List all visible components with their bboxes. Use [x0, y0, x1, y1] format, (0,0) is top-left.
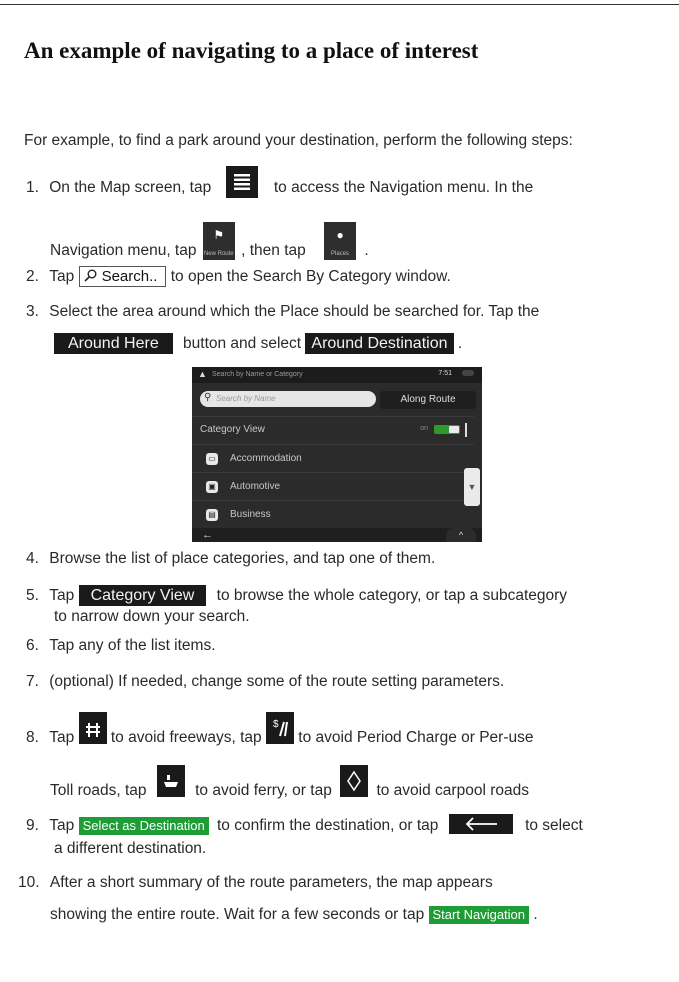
around-destination-button[interactable]: Around Destination	[305, 333, 454, 354]
step-3-line-2: Around Here button and select Around Des…	[54, 333, 462, 354]
briefcase-icon: ▤	[206, 509, 218, 521]
select-as-destination-button[interactable]: Select as Destination	[78, 817, 209, 836]
category-view-row[interactable]: Category View on	[192, 416, 474, 444]
bed-icon: ▭	[206, 453, 218, 465]
category-view-toggle[interactable]	[434, 425, 460, 434]
pin-icon: ●	[336, 228, 344, 242]
chevron-up-icon[interactable]: ^	[446, 528, 476, 542]
screen-bottom-bar: ← ^	[192, 528, 482, 542]
carpool-diamond-icon[interactable]	[340, 765, 369, 797]
category-view-button[interactable]: Category View	[78, 585, 207, 606]
step-3-line-1: 3. Select the area around which the Plac…	[26, 303, 540, 320]
toll-road-icon[interactable]: $	[265, 712, 294, 744]
places-tile[interactable]: ● Places	[324, 222, 357, 260]
step-9-line-2: a different destination.	[54, 840, 207, 857]
around-here-button[interactable]: Around Here	[54, 333, 173, 354]
step-1-line-1: 1. On the Map screen, tap to access the …	[26, 166, 533, 204]
magnifier-icon	[84, 269, 97, 282]
step-9-line-1: 9. Tap Select as Destination to confirm …	[26, 814, 583, 836]
screen-title-bar: ▲ Search by Name or Category 7:51	[192, 367, 482, 383]
gps-icon	[462, 370, 474, 376]
start-navigation-button[interactable]: Start Navigation	[428, 906, 530, 924]
step-10-line-1: 10. After a short summary of the route p…	[18, 874, 493, 891]
step-5-line-1: 5. Tap Category View to browse the whole…	[26, 585, 568, 606]
list-item[interactable]: ▣ Automotive	[192, 472, 474, 500]
back-arrow-icon: ▲	[198, 369, 207, 379]
car-icon: ▣	[206, 481, 218, 493]
page-heading: An example of navigating to a place of i…	[24, 38, 479, 63]
ferry-icon[interactable]	[156, 765, 185, 797]
step-5-line-2: to narrow down your search.	[54, 608, 250, 625]
list-item[interactable]: ▭ Accommodation	[192, 444, 474, 472]
new-route-tile[interactable]: ⚑ New Route	[202, 222, 235, 260]
step-8-line-2: Toll roads, tap to avoid ferry, or tap t…	[50, 765, 529, 807]
search-button[interactable]: Search..	[78, 266, 167, 287]
along-route-button[interactable]: Along Route	[380, 391, 476, 409]
search-icon: ⚲	[204, 392, 212, 403]
intro-text: For example, to find a park around your …	[24, 132, 573, 149]
menu-icon[interactable]	[225, 166, 258, 198]
step-4: 4. Browse the list of place categories, …	[26, 550, 436, 567]
top-rule	[0, 4, 679, 5]
step-6: 6. Tap any of the list items.	[26, 637, 216, 654]
scroll-indicator	[465, 423, 467, 437]
flag-icon: ⚑	[213, 228, 225, 242]
scroll-down-button[interactable]: ▼	[464, 468, 480, 506]
search-field[interactable]: ⚲ Search by Name	[200, 391, 376, 407]
step-8-line-1: 8. Tap to avoid freeways, tap $ to avoid…	[26, 712, 534, 754]
back-arrow-button[interactable]	[448, 814, 513, 834]
svg-text:$: $	[273, 719, 279, 730]
clock: 7:51	[438, 370, 452, 377]
step-1-line-2: Navigation menu, tap ⚑ New Route , then …	[50, 222, 369, 260]
list-item[interactable]: ▤ Business	[192, 500, 474, 528]
step-10-line-2: showing the entire route. Wait for a few…	[50, 906, 538, 924]
step-2: 2. Tap Search.. to open the Search By Ca…	[26, 266, 451, 287]
search-screen-screenshot: ▲ Search by Name or Category 7:51 ⚲ Sear…	[192, 367, 482, 542]
back-arrow-icon[interactable]: ←	[202, 529, 213, 541]
freeway-icon[interactable]	[78, 712, 107, 744]
step-7: 7. (optional) If needed, change some of …	[26, 673, 505, 690]
